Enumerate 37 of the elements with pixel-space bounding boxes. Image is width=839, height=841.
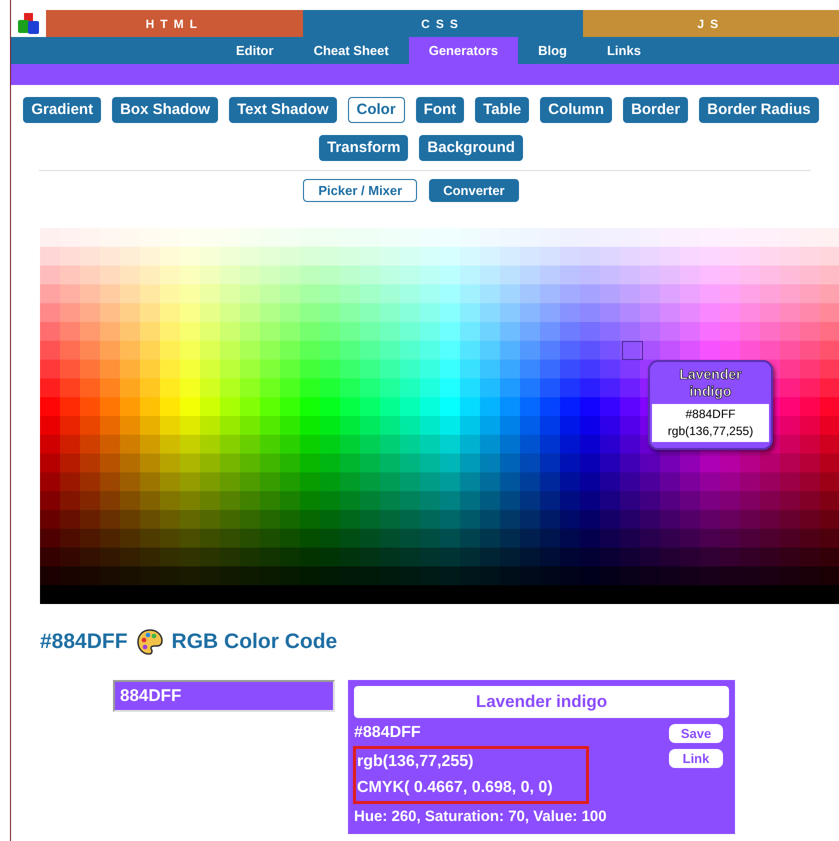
color-code-title: RGB Color Code [172,629,338,655]
nav-link[interactable]: Blog [518,37,587,64]
color-grid[interactable] [40,228,839,604]
generator-button[interactable]: Border Radius [699,97,819,123]
nav-link[interactable]: Editor [216,37,294,64]
nav-link[interactable]: Cheat Sheet [294,37,409,64]
generator-button[interactable]: Box Shadow [112,97,218,123]
palette-icon [136,628,164,656]
color-name: Lavender indigo [354,686,729,718]
nav-link[interactable]: Generators [408,37,518,64]
nav-link[interactable]: Links [586,37,661,64]
generator-button[interactable]: Table [475,97,530,123]
generator-button[interactable]: Transform [319,135,408,161]
mode-button[interactable]: Picker / Mixer [303,179,418,202]
tooltip-rgb: rgb(136,77,255) [666,423,754,440]
color-code-heading: #884DFF [40,629,128,655]
cmyk-value: CMYK( 0.4667, 0.698, 0, 0) [357,778,554,798]
generator-button[interactable]: Font [416,97,464,123]
generator-button[interactable]: Gradient [23,97,102,123]
generator-button[interactable]: Text Shadow [229,97,336,123]
generator-button[interactable]: Border [623,97,688,123]
tooltip-hex: #884DFF [684,406,737,423]
tooltip-color-name: Lavender indigo [678,365,743,401]
hex-input-field[interactable]: 884DFF [113,680,335,712]
language-tab[interactable]: CSS [302,10,582,37]
generator-button[interactable]: Color [348,97,405,123]
generator-button[interactable]: Background [419,135,523,161]
rgb-value: rgb(136,77,255) [357,752,475,772]
selected-cell-marker [622,341,643,360]
language-tab[interactable]: HTML [46,10,302,37]
action-button[interactable]: Link [669,748,723,768]
mode-button[interactable]: Converter [429,179,519,202]
hex-value: #884DFF [354,722,422,742]
action-button[interactable]: Save [669,724,723,742]
hsv-value: Hue: 260, Saturation: 70, Value: 100 [354,806,608,826]
generator-button[interactable]: Column [540,97,612,123]
language-tab[interactable]: JS [582,10,839,37]
